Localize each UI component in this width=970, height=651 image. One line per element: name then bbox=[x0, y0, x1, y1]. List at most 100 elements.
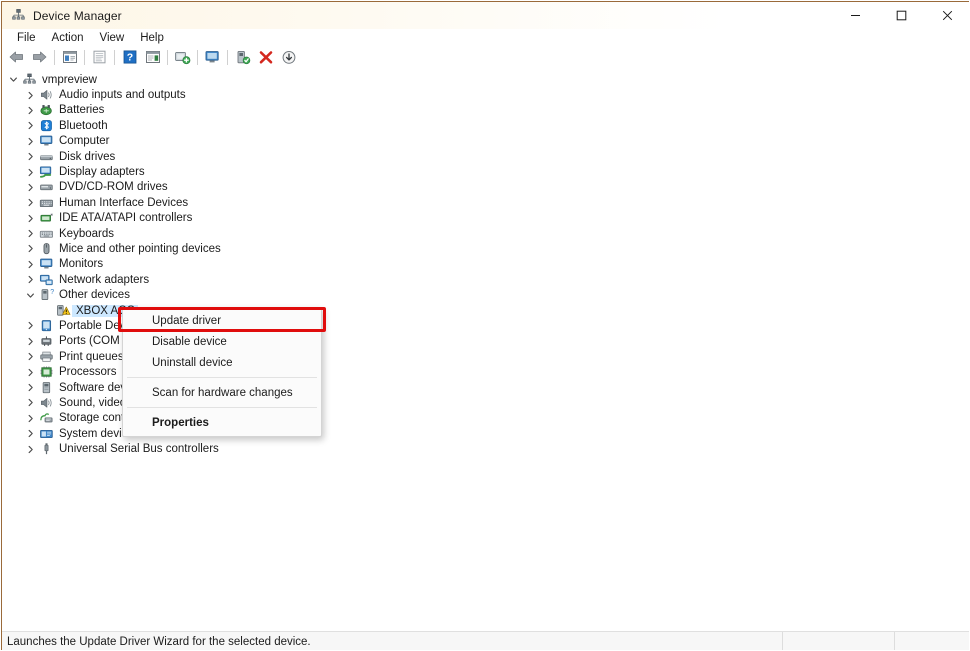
context-menu-item-update-driver[interactable]: Update driver bbox=[123, 310, 321, 331]
chevron-right-icon[interactable] bbox=[23, 229, 38, 238]
keyboard-icon bbox=[38, 227, 55, 241]
chevron-right-icon[interactable] bbox=[23, 183, 38, 192]
tree-node[interactable]: Universal Serial Bus controllers bbox=[2, 441, 970, 456]
update-driver-icon[interactable] bbox=[201, 47, 224, 67]
software-device-icon bbox=[38, 381, 55, 395]
tree-node-label: vmpreview bbox=[38, 74, 100, 86]
chevron-right-icon[interactable] bbox=[23, 275, 38, 284]
storage-controller-icon bbox=[38, 411, 55, 425]
chevron-right-icon[interactable] bbox=[23, 152, 38, 161]
toolbar-separator bbox=[54, 50, 55, 65]
chevron-right-icon[interactable] bbox=[23, 244, 38, 253]
chevron-right-icon[interactable] bbox=[23, 398, 38, 407]
chevron-right-icon[interactable] bbox=[23, 368, 38, 377]
tree-node[interactable]: Batteries bbox=[2, 103, 970, 118]
tree-node-label: Human Interface Devices bbox=[55, 197, 191, 209]
context-menu-separator bbox=[127, 407, 317, 408]
tree-node-label: Monitors bbox=[55, 258, 106, 270]
port-icon bbox=[38, 334, 55, 348]
chevron-right-icon[interactable] bbox=[23, 137, 38, 146]
window-title: Device Manager bbox=[33, 9, 122, 23]
chevron-right-icon[interactable] bbox=[23, 414, 38, 423]
menu-bar: File Action View Help bbox=[2, 29, 970, 47]
chevron-right-icon[interactable] bbox=[23, 445, 38, 454]
monitor-icon bbox=[38, 134, 55, 148]
view-icon[interactable] bbox=[141, 47, 164, 67]
chevron-right-icon[interactable] bbox=[23, 383, 38, 392]
menu-help[interactable]: Help bbox=[132, 30, 172, 47]
display-adapter-icon bbox=[38, 165, 55, 179]
maximize-button[interactable] bbox=[878, 2, 924, 29]
chevron-right-icon[interactable] bbox=[23, 121, 38, 130]
mouse-icon bbox=[38, 242, 55, 256]
chevron-right-icon[interactable] bbox=[23, 337, 38, 346]
install-legacy-hardware-icon[interactable] bbox=[277, 47, 300, 67]
tree-node-label: Display adapters bbox=[55, 166, 148, 178]
tree-node[interactable]: Network adapters bbox=[2, 272, 970, 287]
tree-node[interactable]: Disk drives bbox=[2, 149, 970, 164]
tree-node[interactable]: Monitors bbox=[2, 257, 970, 272]
tree-node-label: Processors bbox=[55, 366, 120, 378]
scan-hardware-changes-icon[interactable] bbox=[171, 47, 194, 67]
tree-node[interactable]: ?Other devices bbox=[2, 287, 970, 302]
uninstall-device-icon[interactable] bbox=[254, 47, 277, 67]
toolbar: ? bbox=[2, 46, 970, 68]
tree-node[interactable]: Audio inputs and outputs bbox=[2, 87, 970, 102]
tree-node-label: Universal Serial Bus controllers bbox=[55, 443, 222, 455]
context-menu-item-scan-for-hardware-changes[interactable]: Scan for hardware changes bbox=[123, 382, 321, 403]
minimize-button[interactable] bbox=[832, 2, 878, 29]
hid-icon bbox=[38, 196, 55, 210]
chevron-right-icon[interactable] bbox=[23, 91, 38, 100]
tree-node-label: Computer bbox=[55, 135, 113, 147]
tree-node[interactable]: Keyboards bbox=[2, 226, 970, 241]
tree-node[interactable]: Bluetooth bbox=[2, 118, 970, 133]
chevron-right-icon[interactable] bbox=[23, 214, 38, 223]
chevron-right-icon[interactable] bbox=[23, 198, 38, 207]
tree-node-label: Other devices bbox=[55, 289, 133, 301]
tree-node-root[interactable]: vmpreview bbox=[2, 72, 970, 87]
show-hide-console-tree-icon[interactable] bbox=[58, 47, 81, 67]
device-manager-icon bbox=[10, 8, 26, 24]
chevron-right-icon[interactable] bbox=[23, 168, 38, 177]
properties-icon[interactable] bbox=[88, 47, 111, 67]
chevron-right-icon[interactable] bbox=[23, 260, 38, 269]
context-menu-item-uninstall-device[interactable]: Uninstall device bbox=[123, 352, 321, 373]
tree-node-label: Audio inputs and outputs bbox=[55, 89, 189, 101]
chevron-right-icon[interactable] bbox=[23, 321, 38, 330]
forward-icon[interactable] bbox=[28, 47, 51, 67]
menu-action[interactable]: Action bbox=[44, 30, 92, 47]
tree-node[interactable]: DVD/CD-ROM drives bbox=[2, 180, 970, 195]
unknown-device-warning-icon bbox=[55, 304, 72, 318]
chevron-right-icon[interactable] bbox=[23, 429, 38, 438]
context-menu-item-properties[interactable]: Properties bbox=[123, 412, 321, 433]
portable-device-icon bbox=[38, 319, 55, 333]
enable-device-icon[interactable] bbox=[231, 47, 254, 67]
tree-node-label: Batteries bbox=[55, 104, 107, 116]
device-context-menu[interactable]: Update driverDisable deviceUninstall dev… bbox=[122, 307, 322, 437]
tree-node-label: Bluetooth bbox=[55, 120, 111, 132]
tree-node[interactable]: IDE ATA/ATAPI controllers bbox=[2, 211, 970, 226]
tree-node[interactable]: Computer bbox=[2, 134, 970, 149]
chevron-right-icon[interactable] bbox=[23, 352, 38, 361]
tree-node[interactable]: Mice and other pointing devices bbox=[2, 241, 970, 256]
toolbar-separator bbox=[227, 50, 228, 65]
tree-node[interactable]: Display adapters bbox=[2, 164, 970, 179]
tree-node-label: Network adapters bbox=[55, 274, 152, 286]
context-menu-item-disable-device[interactable]: Disable device bbox=[123, 331, 321, 352]
optical-drive-icon bbox=[38, 180, 55, 194]
menu-file[interactable]: File bbox=[9, 30, 44, 47]
help-icon[interactable]: ? bbox=[118, 47, 141, 67]
status-pane-3 bbox=[895, 632, 969, 651]
close-button[interactable] bbox=[924, 2, 970, 29]
svg-text:?: ? bbox=[50, 289, 54, 296]
chevron-right-icon[interactable] bbox=[23, 106, 38, 115]
menu-view[interactable]: View bbox=[92, 30, 133, 47]
battery-icon bbox=[38, 103, 55, 117]
bluetooth-icon bbox=[38, 119, 55, 133]
back-icon[interactable] bbox=[5, 47, 28, 67]
tree-node-label: IDE ATA/ATAPI controllers bbox=[55, 212, 195, 224]
tree-node[interactable]: Human Interface Devices bbox=[2, 195, 970, 210]
ide-controller-icon bbox=[38, 211, 55, 225]
chevron-down-icon[interactable] bbox=[23, 291, 38, 300]
chevron-down-icon[interactable] bbox=[6, 75, 21, 84]
